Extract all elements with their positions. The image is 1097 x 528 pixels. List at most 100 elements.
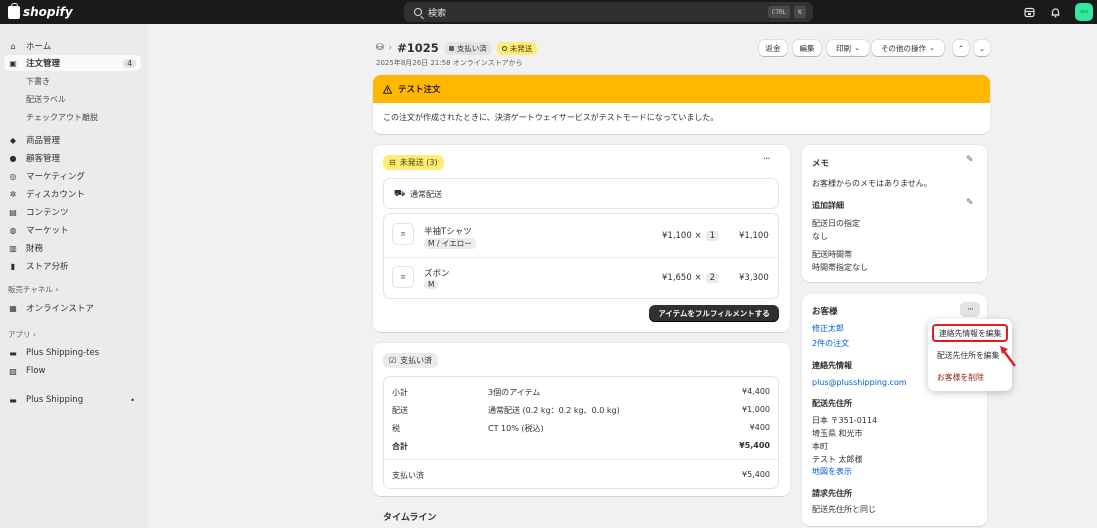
payment-card: ☑ 支払い済 小計 3個のアイテム ¥4,400 配送 通常配送 (0.2 kg… — [373, 343, 790, 496]
inbox-icon: ▣ — [9, 58, 17, 68]
line-item-variant: M — [424, 280, 439, 289]
order-header: ⛁ › #1025 支払い済 未発送 2025年8月26日 21:58 オンライ… — [376, 40, 538, 68]
sidebar-item-orders[interactable]: ▣ 注文管理 4 — [4, 55, 141, 71]
sidebar-item-discounts[interactable]: ✲ ディスカウント — [4, 186, 141, 202]
address-line: 埼玉県 和光市 — [812, 429, 863, 438]
sidebar-item-customers[interactable]: ● 顧客管理 — [4, 150, 141, 166]
sidebar-item-marketing[interactable]: ◎ マーケティング — [4, 168, 141, 184]
sidebar-item-markets[interactable]: ◍ マーケット — [4, 222, 141, 238]
product-image-icon: ⧈ — [392, 266, 414, 288]
pointer-arrow-icon — [1000, 346, 1016, 367]
tax-detail: CT 10% (税込) — [488, 424, 544, 433]
sidebar-item-plus-shipping[interactable]: ▬ Plus Shipping • — [4, 392, 141, 408]
sidebar-item-app-plus-shipping-tes[interactable]: ▬ Plus Shipping-tes — [4, 345, 141, 361]
sidebar-item-content[interactable]: ▤ コンテンツ — [4, 204, 141, 220]
customer-email-link[interactable]: plus@plusshipping.com — [812, 378, 907, 387]
edit-contact-info-menu-item[interactable]: 連絡先情報を編集 — [932, 324, 1008, 342]
home-icon: ⌂ — [10, 41, 16, 51]
orders-count-badge: 4 — [123, 58, 136, 68]
refund-button[interactable]: 返金 — [759, 40, 787, 56]
line-item-variant: M / イエロー — [424, 238, 476, 249]
product-image-icon: ⧈ — [392, 223, 414, 245]
view-map-link[interactable]: 地図を表示 — [812, 466, 852, 477]
address-line: テスト 太郎様 — [812, 455, 863, 464]
orders-inbox-icon[interactable]: ⛁ — [376, 43, 384, 53]
app-icon: ▬ — [9, 348, 17, 358]
ellipsis-icon: ··· — [967, 304, 974, 315]
chevron-right-icon: › — [32, 330, 36, 339]
edit-button[interactable]: 編集 — [793, 40, 821, 56]
avatar[interactable]: spe — [1075, 3, 1093, 21]
remove-customer-menu-item[interactable]: お客様を削除 — [932, 368, 1008, 386]
print-button[interactable]: 印刷 ⌄ — [827, 40, 869, 56]
banner-title: テスト注文 — [398, 85, 441, 95]
line-item-name[interactable]: 半袖Tシャツ — [424, 225, 472, 237]
shopify-logo[interactable]: shopify — [8, 2, 73, 19]
edit-shipping-address-menu-item[interactable]: 配送先住所を編集 — [932, 346, 1008, 364]
customer-name-link[interactable]: 修正太郎 — [812, 323, 844, 334]
apps-heading[interactable]: アプリ › — [8, 329, 36, 340]
sales-channels-heading[interactable]: 販売チャネル › — [8, 284, 58, 295]
store-icon[interactable] — [1023, 6, 1035, 18]
notes-empty: お客様からのメモはありません。 — [812, 179, 932, 188]
more-actions-button[interactable]: その他の操作 ⌄ — [872, 40, 944, 56]
delivery-time-label: 配送時間帯 — [812, 250, 852, 259]
payment-summary-box: 小計 3個のアイテム ¥4,400 配送 通常配送 (0.2 kg：0.2 kg… — [383, 376, 779, 489]
total-amount: ¥5,400 — [739, 441, 770, 450]
line-item-name[interactable]: ズボン — [424, 267, 450, 279]
sidebar-subitem-drafts[interactable]: 下書き — [26, 76, 50, 87]
fulfill-items-button[interactable]: アイテムをフルフィルメントする — [649, 305, 779, 322]
tax-label: 税 — [392, 424, 400, 433]
sidebar-item-app-flow[interactable]: ▧ Flow — [4, 363, 141, 379]
order-number: #1025 — [397, 41, 439, 55]
paid-amount: ¥5,400 — [742, 470, 770, 479]
breadcrumb-chevron-icon: › — [388, 43, 393, 53]
address-line: 日本 〒351-0114 — [812, 416, 878, 425]
bank-icon: ▥ — [9, 243, 17, 253]
paid-label: 支払い済 — [392, 471, 424, 480]
app-icon: ▬ — [9, 395, 17, 405]
notes-card: メモ ✎ お客様からのメモはありません。 追加詳細 ✎ 配送日の指定 なし 配送… — [802, 145, 987, 282]
bell-icon[interactable] — [1049, 6, 1061, 18]
sidebar-item-label: 財務 — [26, 244, 44, 254]
sidebar: ⌂ ホーム ▣ 注文管理 4 下書き 配送ラベル チェックアウト離脱 ◆ 商品管… — [0, 24, 148, 528]
person-icon: ● — [9, 153, 17, 163]
sidebar-item-online-store[interactable]: ▦ オンラインストア — [4, 300, 141, 316]
search-input[interactable]: 検索 CTRL K — [404, 2, 813, 22]
sidebar-item-label: Plus Shipping — [26, 395, 84, 405]
edit-notes-pencil-icon[interactable]: ✎ — [966, 155, 974, 165]
sidebar-item-label: ストア分析 — [26, 262, 69, 272]
sidebar-item-label: オンラインストア — [26, 304, 94, 314]
sidebar-item-label: マーケット — [26, 226, 69, 236]
address-line: 本町 — [812, 442, 828, 451]
sidebar-subitem-shipping-labels[interactable]: 配送ラベル — [26, 94, 66, 105]
delivery-date-value: なし — [812, 232, 828, 241]
line-item-price: ¥1,650 × 2 — [662, 273, 719, 283]
fulfillment-status-badge: 未発送 — [496, 41, 538, 55]
shipping-method: 通常配送 — [410, 190, 442, 199]
sidebar-item-home[interactable]: ⌂ ホーム — [4, 38, 141, 54]
additional-details-title: 追加詳細 — [812, 201, 844, 210]
sidebar-item-products[interactable]: ◆ 商品管理 — [4, 132, 141, 148]
paid-status-pill: ☑ 支払い済 — [383, 353, 439, 368]
fulfillment-more-icon[interactable]: ··· — [763, 154, 770, 165]
sidebar-item-label: 商品管理 — [26, 136, 61, 146]
previous-order-button[interactable]: ⌃ — [953, 40, 969, 56]
sidebar-subitem-abandoned-checkouts[interactable]: チェックアウト離脱 — [26, 112, 98, 123]
edit-details-pencil-icon[interactable]: ✎ — [966, 198, 974, 208]
line-item-price: ¥1,100 × 1 — [662, 231, 719, 241]
search-placeholder: 検索 — [428, 8, 447, 19]
search-icon — [414, 8, 422, 16]
subtotal-amount: ¥4,400 — [742, 387, 770, 396]
chevron-down-icon: ⌄ — [978, 43, 986, 53]
tag-icon: ◆ — [9, 135, 17, 145]
shortcut-ctrl: CTRL — [768, 6, 790, 18]
customer-more-actions-button[interactable]: ··· — [960, 302, 980, 317]
next-order-button[interactable]: ⌄ — [974, 40, 990, 56]
test-order-banner: テスト注文 この注文が作成されたときに、決済ゲートウェイサービスがテストモードに… — [373, 75, 990, 134]
customer-orders-link[interactable]: 2件の注文 — [812, 338, 849, 349]
package-icon: ⊟ — [389, 158, 396, 167]
sidebar-item-analytics[interactable]: ▮ ストア分析 — [4, 258, 141, 274]
sidebar-item-finance[interactable]: ▥ 財務 — [4, 240, 141, 256]
line-item-total: ¥1,100 — [739, 231, 769, 241]
